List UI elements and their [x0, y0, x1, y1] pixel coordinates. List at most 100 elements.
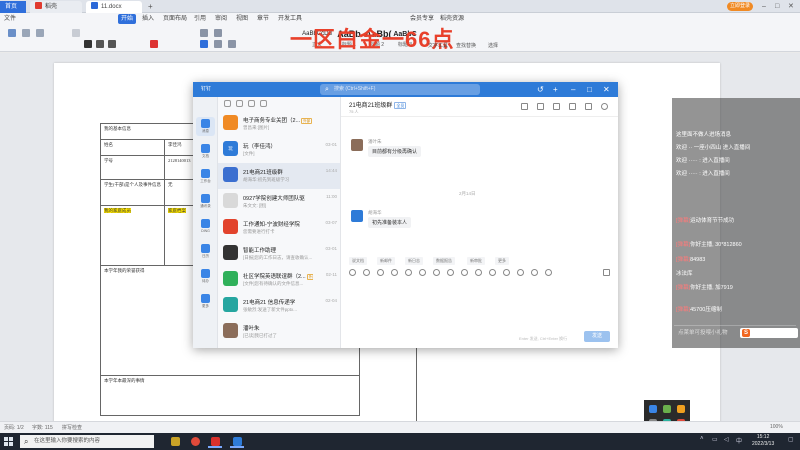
at-icon[interactable]	[363, 269, 370, 276]
menu-item[interactable]: 引用	[194, 14, 206, 24]
copy-icon[interactable]	[36, 29, 44, 37]
close-icon[interactable]: ✕	[603, 84, 610, 95]
chevron-up-icon[interactable]: ˄	[700, 436, 704, 442]
expand-icon[interactable]	[603, 269, 610, 276]
wps-icon[interactable]	[208, 435, 222, 448]
login-button[interactable]: 立即登录	[727, 2, 753, 11]
minimize-icon[interactable]: –	[571, 84, 575, 95]
find-replace-button[interactable]: 查找替换	[456, 42, 476, 49]
menu-item[interactable]: 文件	[4, 14, 16, 24]
nav-more[interactable]: 更多	[196, 292, 215, 311]
message-bubble[interactable]: 目前都有分级再确认	[368, 146, 422, 157]
location-icon[interactable]	[489, 269, 496, 276]
list-item[interactable]: 社区学院英语联谊群（2...外部[文件]您有待确认的文件信息... 02-11	[218, 267, 340, 293]
live-icon[interactable]	[517, 269, 524, 276]
notification-icon[interactable]: ▢	[788, 436, 794, 443]
phone-icon[interactable]	[553, 103, 560, 110]
search-input[interactable]: 搜索 (Ctrl+Shift+F)	[320, 84, 480, 95]
list-item[interactable]: 工作通知-宁波财经学院 您需要进行打卡 03-07	[218, 215, 340, 241]
menu-item[interactable]: 页面布局	[163, 14, 187, 24]
history-icon[interactable]: ↺	[537, 84, 544, 95]
scissors-icon[interactable]	[377, 269, 384, 276]
nav-workbench[interactable]: 工作台	[196, 167, 215, 186]
paste-icon[interactable]	[8, 29, 16, 37]
voice-icon[interactable]	[447, 269, 454, 276]
chrome-icon[interactable]	[188, 435, 202, 448]
new-tab-button[interactable]: +	[148, 1, 153, 12]
poll-icon[interactable]	[475, 269, 482, 276]
table-cell[interactable]: 本学年本最深的事情	[100, 375, 360, 416]
quick-action[interactable]: 数据报告	[433, 257, 455, 265]
menu-item[interactable]: 审阅	[215, 14, 227, 24]
quick-action[interactable]: 新日志	[405, 257, 423, 265]
clock[interactable]: 15:12 2022/3/13	[752, 434, 774, 448]
image-icon[interactable]	[391, 269, 398, 276]
maximize-icon[interactable]: □	[587, 84, 592, 95]
ime-icon[interactable]: 中	[736, 436, 742, 445]
close-icon[interactable]: ✕	[788, 1, 794, 12]
menu-item[interactable]: 视图	[236, 14, 248, 24]
emoji-icon[interactable]	[349, 269, 356, 276]
text-tools-button[interactable]: 文字工具	[428, 42, 448, 49]
font-name-select[interactable]	[72, 29, 80, 37]
quick-action[interactable]: 更多	[495, 257, 509, 265]
list-item[interactable]: 潘叶朱 [已读]我已打过了	[218, 319, 340, 345]
list-item-selected[interactable]: 21电商21班级群 胡海华:初先到班级学习 14:44	[218, 163, 340, 189]
tray-app-icon[interactable]	[677, 405, 685, 413]
menu-item-active[interactable]: 开始	[118, 14, 137, 24]
table-cell[interactable]: 学生(干部)是个人及事件信息	[100, 179, 165, 206]
quick-action[interactable]: 说文档	[349, 257, 367, 265]
font-color-icon[interactable]	[150, 40, 158, 48]
menu-item[interactable]: 插入	[142, 14, 154, 24]
message-bubble[interactable]: 初先准备装本人	[368, 217, 412, 228]
folder-icon[interactable]	[260, 100, 267, 107]
table-cell[interactable]: 姓名	[100, 139, 165, 156]
send-button[interactable]: 发送	[584, 331, 610, 342]
add-icon[interactable]: +	[553, 84, 558, 95]
nav-docs[interactable]: 文档	[196, 142, 215, 161]
zoom-level[interactable]: 100%	[770, 424, 783, 430]
taskbar-search-input[interactable]: 在这里输入你要搜索的内容	[20, 435, 154, 448]
clock-icon[interactable]	[236, 100, 243, 107]
nav-todo[interactable]: 待办	[196, 267, 215, 286]
ime-toolbar[interactable]: S	[740, 328, 798, 338]
menu-item[interactable]: 会员专享	[410, 14, 434, 24]
tray-app-icon[interactable]	[649, 405, 657, 413]
minimize-icon[interactable]: –	[762, 1, 766, 12]
tab-document[interactable]: 11.docx	[86, 1, 142, 13]
cut-icon[interactable]	[22, 29, 30, 37]
numbered-list-icon[interactable]	[214, 29, 222, 37]
mail-icon[interactable]	[531, 269, 538, 276]
list-item[interactable]: 玩玩（李佳鸿） [文件] 03-01	[218, 137, 340, 163]
file-icon[interactable]	[405, 269, 412, 276]
at-icon[interactable]	[248, 100, 255, 107]
more-icon[interactable]	[545, 269, 552, 276]
align-right-icon[interactable]	[228, 40, 236, 48]
add-member-icon[interactable]	[585, 103, 592, 110]
spell-check-button[interactable]: 拼写检查	[62, 424, 82, 431]
dingtalk-icon[interactable]	[230, 435, 244, 448]
menu-item[interactable]: 稻壳资源	[440, 14, 464, 24]
calendar-icon[interactable]	[521, 103, 528, 110]
select-button[interactable]: 选择	[488, 42, 498, 49]
align-center-icon[interactable]	[214, 40, 222, 48]
network-icon[interactable]: ▭	[712, 436, 718, 443]
folder-icon[interactable]	[569, 103, 576, 110]
quick-action[interactable]: 新邮件	[377, 257, 395, 265]
list-item[interactable]: 智能工作助理 [日报]您的工作日志，请查收确认... 03-01	[218, 241, 340, 267]
filter-icon[interactable]	[224, 100, 231, 107]
windows-start-icon[interactable]	[4, 437, 13, 446]
underline-icon[interactable]	[108, 40, 116, 48]
align-left-icon[interactable]	[200, 40, 208, 48]
maximize-icon[interactable]: □	[775, 1, 779, 12]
bullet-list-icon[interactable]	[200, 29, 208, 37]
table-cell[interactable]: 学号	[100, 155, 165, 180]
task-icon[interactable]	[433, 269, 440, 276]
doc-icon[interactable]	[503, 269, 510, 276]
nav-calendar[interactable]: 日历	[196, 242, 215, 261]
nav-messages[interactable]: 消息	[196, 117, 215, 136]
quick-action[interactable]: 新审批	[467, 257, 485, 265]
bold-icon[interactable]	[84, 40, 92, 48]
tray-app-icon[interactable]	[663, 405, 671, 413]
settings-icon[interactable]	[601, 103, 608, 110]
